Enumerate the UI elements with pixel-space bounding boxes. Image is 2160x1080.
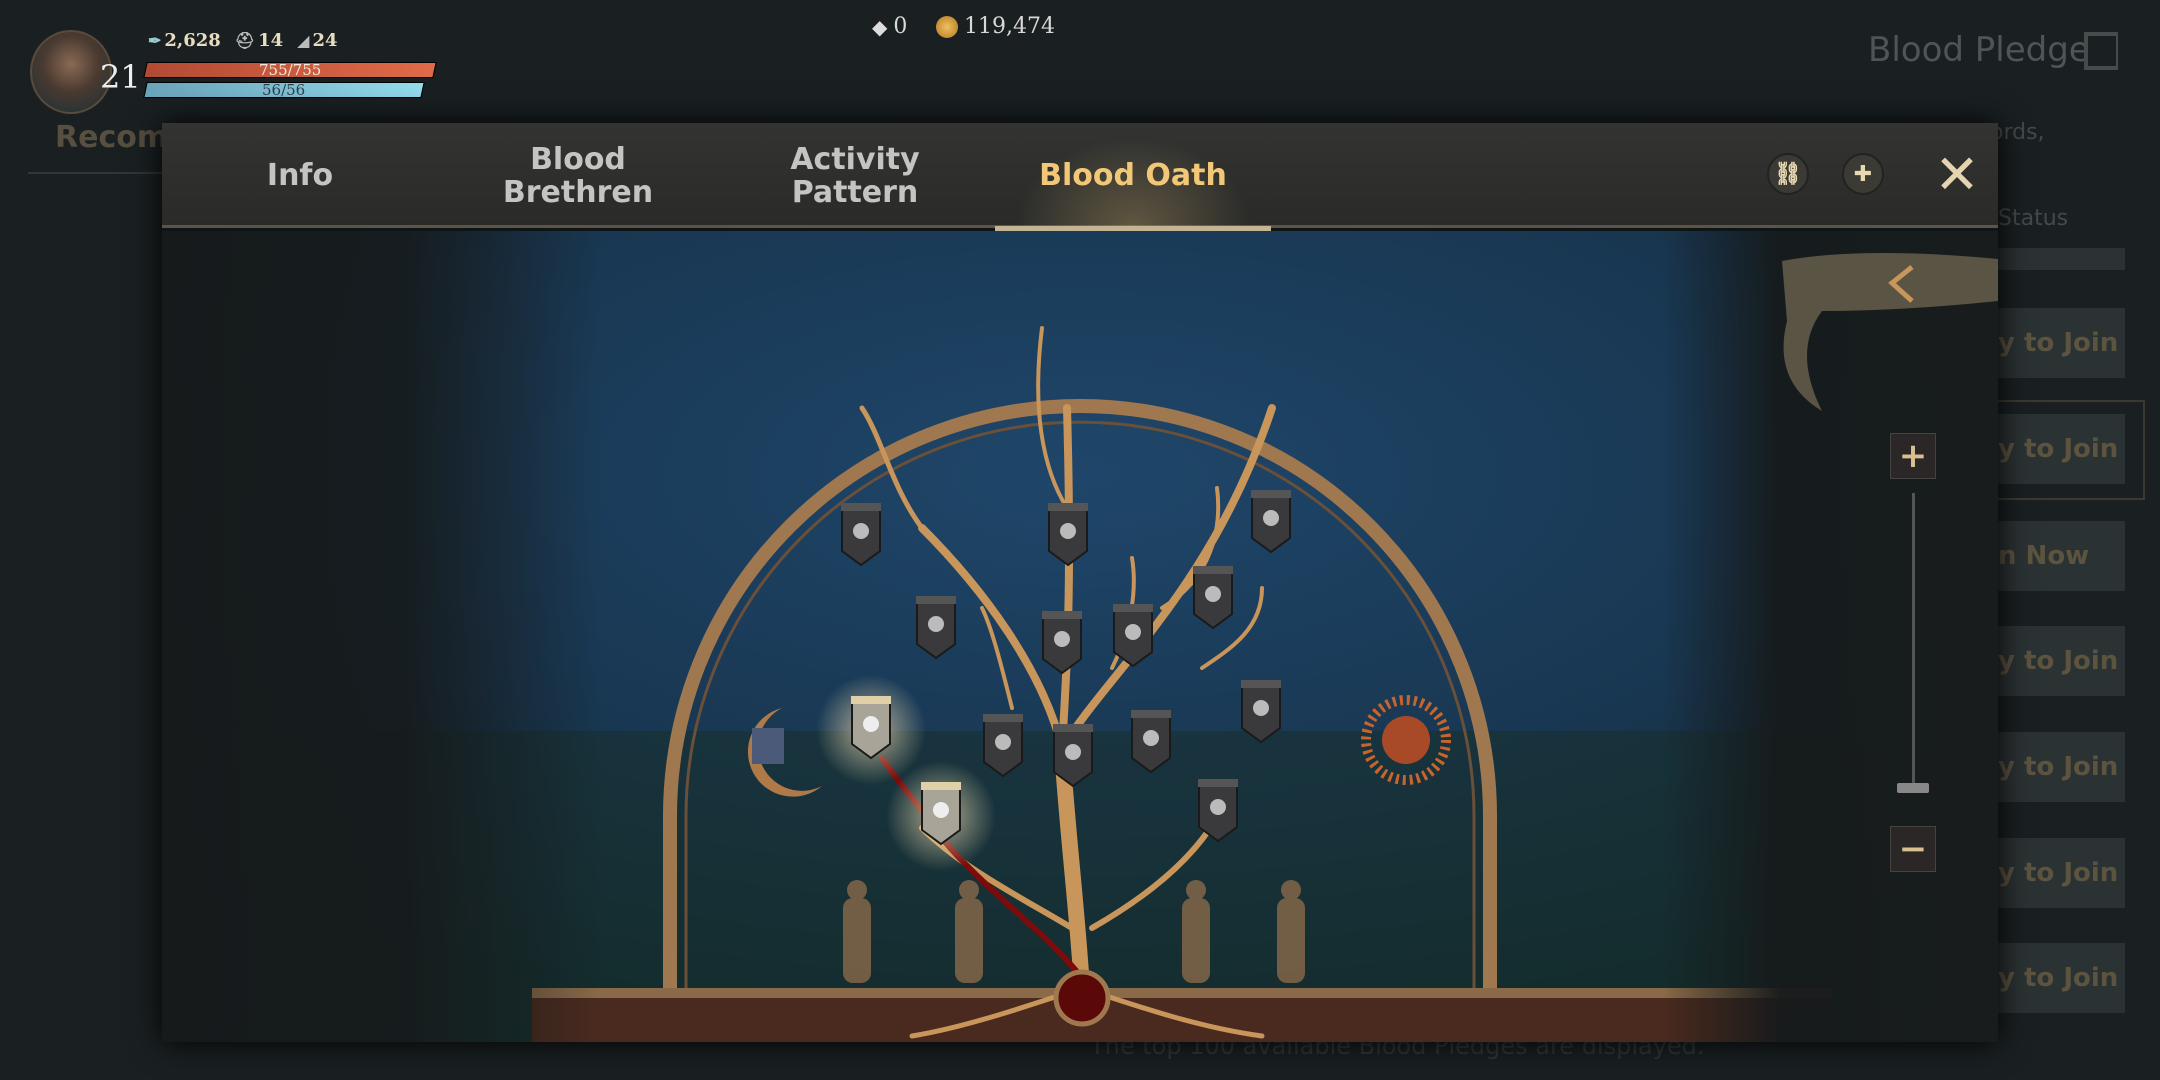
crest-crown — [916, 596, 956, 604]
search-hint: ords, — [1990, 120, 2045, 145]
blood-pledge-modal: Info Blood Brethren Activity Pattern Blo… — [162, 123, 1998, 1042]
link-icon[interactable]: ⛓ — [1767, 153, 1809, 195]
gold-coin-icon — [936, 15, 958, 38]
page-title: Blood Pledge — [1868, 30, 2090, 70]
crest-emblem — [1253, 700, 1269, 716]
join-button-3[interactable]: n Now — [1990, 521, 2125, 591]
boots-value: 24 — [312, 30, 338, 51]
join-button-7[interactable]: y to Join — [1990, 943, 2125, 1013]
crest-emblem — [1125, 624, 1141, 640]
join-button-4[interactable]: y to Join — [1990, 626, 2125, 696]
crest-crown — [1048, 503, 1088, 511]
crest-emblem — [995, 734, 1011, 750]
crest-emblem — [1143, 730, 1159, 746]
crest-emblem — [1263, 510, 1279, 526]
statue-head — [959, 880, 979, 900]
boot-icon: ◢ — [297, 31, 310, 50]
tab-label: Activity Pattern — [790, 141, 920, 210]
gold-value: 119,474 — [964, 14, 1055, 39]
crest-crown — [851, 696, 891, 704]
crest-emblem — [1054, 631, 1070, 647]
tab-label: Blood Brethren — [502, 141, 654, 210]
crest-crown — [1053, 724, 1093, 732]
statue-head — [847, 880, 867, 900]
statue — [843, 898, 871, 983]
zoom-slider-thumb[interactable] — [1897, 783, 1929, 793]
tab-info[interactable]: Info — [162, 123, 438, 228]
diamond-value: 0 — [893, 14, 908, 39]
helm-value: 14 — [258, 30, 284, 51]
statue-head — [1281, 880, 1301, 900]
join-button-6[interactable]: y to Join — [1990, 838, 2125, 908]
crest-crown — [921, 782, 961, 790]
chat-add-icon[interactable]: ✚ — [1842, 153, 1884, 195]
crest-crown — [1198, 779, 1238, 787]
join-button-5[interactable]: y to Join — [1990, 732, 2125, 802]
player-level: 21 — [100, 58, 141, 96]
crest-crown — [1193, 566, 1233, 574]
mp-bar: 56/56 — [143, 81, 425, 99]
diamond-icon: ◆ — [872, 14, 888, 39]
tab-label: Blood Oath — [1039, 158, 1227, 193]
zoom-out-button[interactable]: − — [1890, 826, 1936, 872]
tab-blood-brethren[interactable]: Blood Brethren — [440, 123, 716, 228]
statue-head — [1186, 880, 1206, 900]
gold-counter: 119,474 — [936, 14, 1055, 39]
tab-label: Info — [266, 158, 334, 193]
hp-bar: 755/755 — [143, 61, 437, 79]
crest-emblem — [863, 716, 879, 732]
status-header: Status — [1998, 206, 2069, 231]
crest-emblem — [853, 523, 869, 539]
tab-activity-pattern[interactable]: Activity Pattern — [717, 123, 993, 228]
ornamental-base — [532, 991, 1832, 1042]
mp-text: 56/56 — [262, 81, 306, 99]
player-stats: ✒ 2,628 ⛑ 14 ◢ 24 — [148, 30, 338, 51]
crest-crown — [1131, 710, 1171, 718]
crest-emblem — [933, 802, 949, 818]
close-icon[interactable]: ✕ — [1927, 145, 1987, 205]
modal-header: Info Blood Brethren Activity Pattern Blo… — [162, 123, 1998, 231]
statue — [955, 898, 983, 983]
power-value: 2,628 — [164, 30, 221, 51]
statue — [1277, 898, 1305, 983]
crest-crown — [983, 714, 1023, 722]
crest-crown — [841, 503, 881, 511]
join-button-2[interactable]: y to Join — [1990, 414, 2125, 484]
zoom-slider-track[interactable] — [1912, 493, 1915, 783]
crest-crown — [1113, 604, 1153, 612]
crest-emblem — [1065, 744, 1081, 760]
tab-blood-oath[interactable]: Blood Oath — [995, 123, 1271, 231]
crest-crown — [1241, 680, 1281, 688]
crest-emblem — [1210, 799, 1226, 815]
blood-seal-icon — [1053, 969, 1111, 1027]
crest-emblem — [1060, 523, 1076, 539]
diamond-counter: ◆ 0 — [872, 14, 907, 39]
hp-text: 755/755 — [258, 61, 322, 79]
zoom-in-button[interactable]: + — [1890, 433, 1936, 479]
crest-emblem — [1205, 586, 1221, 602]
right-panel — [1662, 231, 1998, 1042]
statue — [1182, 898, 1210, 983]
crest-crown — [1251, 490, 1291, 498]
helmet-icon: ⛑ — [234, 31, 256, 50]
crest-crown — [1042, 611, 1082, 619]
exit-icon[interactable] — [2084, 32, 2118, 70]
blood-oath-tree-map[interactable] — [162, 231, 1998, 1042]
tab-underline — [28, 172, 168, 174]
crest-emblem — [928, 616, 944, 632]
join-button-1[interactable]: y to Join — [1990, 308, 2125, 378]
feather-icon: ✒ — [148, 31, 162, 50]
list-header-bar — [1990, 248, 2125, 270]
left-shadow — [162, 231, 602, 1042]
